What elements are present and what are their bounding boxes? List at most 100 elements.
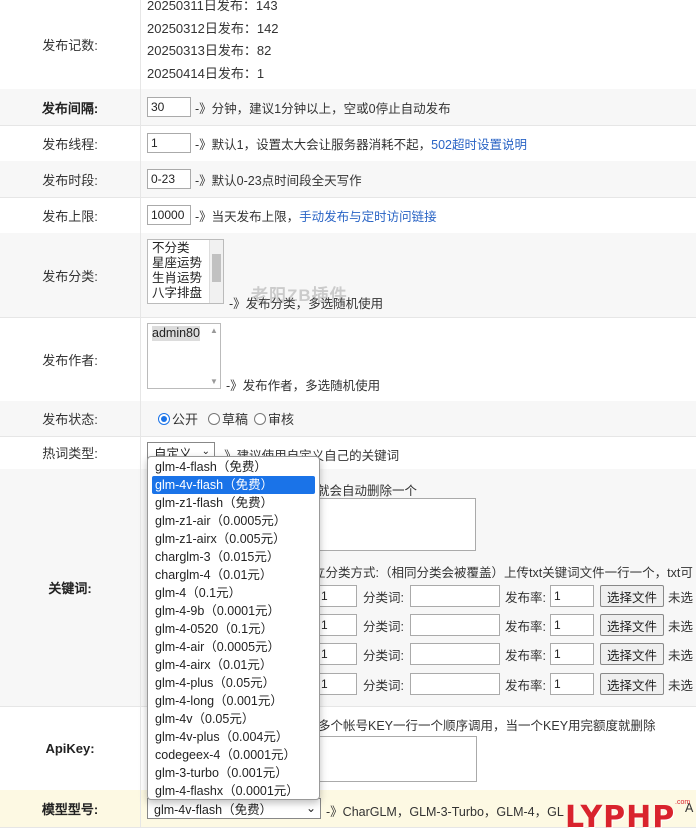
keywords-note: 就会自动删除一个 (317, 484, 418, 498)
rate-input[interactable] (549, 614, 594, 636)
chevron-down-icon: ⌄ (305, 801, 316, 815)
brand-logo: LYPHP .com (565, 799, 690, 835)
publish-count-label: 发布记数: (0, 0, 141, 89)
keyword-file-row: 分类词: 发布率: 选择文件 未选 (317, 614, 693, 636)
author-option[interactable]: admin80 (152, 326, 200, 341)
category-label: 发布分类: (0, 233, 141, 317)
manual-publish-link[interactable]: 手动发布与定时访问链接 (299, 206, 437, 225)
keyword-file-num-input[interactable] (317, 585, 357, 607)
rate-label: 发布率: (504, 619, 546, 634)
status-draft-radio[interactable] (208, 412, 221, 425)
interval-note: -》分钟，建议1分钟以上，空或0停止自动发布 (195, 101, 451, 116)
keywords-textarea[interactable] (317, 498, 476, 551)
interval-row: 发布间隔: -》分钟，建议1分钟以上，空或0停止自动发布 (0, 89, 696, 126)
status-public-label[interactable]: 公开 (172, 409, 198, 428)
keywords-label: 关键词: (0, 469, 141, 706)
model-option[interactable]: glm-z1-flash（免费） (148, 494, 319, 512)
rate-input[interactable] (549, 643, 594, 665)
model-label: 模型型号: (0, 790, 141, 827)
status-review-label[interactable]: 审核 (268, 409, 294, 428)
category-word-label: 分类词: (363, 678, 404, 693)
apikey-label: ApiKey: (0, 706, 141, 790)
limit-note: -》当天发布上限， (195, 209, 300, 224)
model-option[interactable]: glm-4-airx（0.01元） (148, 656, 319, 674)
threads-row: 发布线程: -》默认1，设置太大会让服务器消耗不起， 502超时设置说明 (0, 125, 696, 162)
threads-input[interactable] (147, 133, 191, 153)
category-word-input[interactable] (409, 643, 500, 665)
keyword-file-num-input[interactable] (317, 614, 357, 636)
interval-input[interactable] (147, 97, 191, 117)
file-status: 未选 (667, 590, 693, 605)
apikey-note: 多个帐号KEY一行一个顺序调用，当一个KEY用完额度就删除 (318, 719, 656, 733)
author-scrollbar[interactable]: ▲ ▼ (207, 324, 220, 388)
file-status: 未选 (667, 619, 693, 634)
model-note: -》CharGLM，GLM-3-Turbo，GLM-4，GL (326, 805, 564, 819)
model-option[interactable]: codegeex-4（0.0001元） (148, 746, 319, 764)
keyword-file-num-input[interactable] (317, 673, 357, 695)
publish-count-list: 20250311日发布：143 20250312日发布：142 20250313… (147, 0, 696, 89)
status-review-radio[interactable] (254, 412, 267, 425)
timeout-help-link[interactable]: 502超时设置说明 (431, 134, 527, 153)
keyword-file-num-input[interactable] (317, 643, 357, 665)
keyword-file-row: 分类词: 发布率: 选择文件 未选 (317, 643, 693, 665)
threads-note: -》默认1，设置太大会让服务器消耗不起， (195, 137, 432, 152)
model-option[interactable]: glm-4-9b（0.0001元） (148, 602, 319, 620)
model-option[interactable]: glm-4-plus（0.05元） (148, 674, 319, 692)
status-draft-label[interactable]: 草稿 (222, 409, 248, 428)
model-option[interactable]: glm-4-flash（免费） (148, 458, 319, 476)
rate-input[interactable] (549, 673, 594, 695)
category-word-input[interactable] (409, 585, 500, 607)
model-option[interactable]: glm-4（0.1元） (148, 584, 319, 602)
rate-input[interactable] (549, 585, 594, 607)
publish-count-row: 发布记数: 20250311日发布：143 20250312日发布：142 20… (0, 0, 696, 90)
choose-file-button[interactable]: 选择文件 (599, 643, 664, 665)
model-select[interactable]: glm-4v-flash（免费） ⌄ (147, 798, 321, 819)
brand-logo-sub: .com (675, 799, 691, 806)
model-option[interactable]: glm-4v-flash（免费） (152, 476, 315, 494)
rate-label: 发布率: (504, 590, 546, 605)
category-scrollbar[interactable] (209, 240, 223, 303)
choose-file-button[interactable]: 选择文件 (599, 673, 664, 695)
category-word-input[interactable] (409, 673, 500, 695)
file-status: 未选 (667, 678, 693, 693)
author-label: 发布作者: (0, 317, 141, 401)
publish-count-line: 20250311日发布：143 (147, 0, 278, 13)
keyword-file-row: 分类词: 发布率: 选择文件 未选 (317, 585, 693, 607)
model-option[interactable]: glm-3-turbo（0.001元） (148, 764, 319, 782)
category-row: 发布分类: 不分类 星座运势 生肖运势 八字排盘 -》发布分类，多选随机使用 老… (0, 233, 696, 318)
model-option[interactable]: glm-4-long（0.001元） (148, 692, 319, 710)
author-listbox[interactable]: admin80 ▲ ▼ (147, 323, 221, 389)
period-input[interactable] (147, 169, 191, 189)
publish-count-line: 20250313日发布：82 (147, 43, 272, 58)
publish-count-line: 20250414日发布：1 (147, 65, 265, 81)
keywords-row: 关键词: 就会自动删除一个 立分类方式:（相同分类会被覆盖）上传txt关键词文件… (0, 469, 696, 707)
status-label: 发布状态: (0, 401, 141, 436)
limit-input[interactable] (147, 205, 191, 225)
status-row: 发布状态: 公开 草稿 审核 (0, 401, 696, 437)
model-option[interactable]: glm-z1-airx（0.005元） (148, 530, 319, 548)
model-option[interactable]: glm-z1-air（0.0005元） (148, 512, 319, 530)
limit-row: 发布上限: -》当天发布上限， 手动发布与定时访问链接 (0, 197, 696, 234)
period-note: -》默认0-23点时间段全天写作 (195, 173, 362, 188)
model-option[interactable]: glm-4-0520（0.1元） (148, 620, 319, 638)
status-public-radio[interactable] (158, 412, 170, 425)
category-listbox[interactable]: 不分类 星座运势 生肖运势 八字排盘 (147, 239, 224, 304)
model-select-value: glm-4v-flash（免费） (154, 803, 273, 817)
choose-file-button[interactable]: 选择文件 (599, 585, 664, 607)
model-option[interactable]: glm-4v-plus（0.004元） (148, 728, 319, 746)
model-option[interactable]: charglm-4（0.01元） (148, 566, 319, 584)
model-dropdown-list[interactable]: glm-4-flash（免费） glm-4v-flash（免费） glm-z1-fl… (147, 456, 320, 800)
publish-count-line: 20250312日发布：142 (147, 20, 279, 36)
category-word-label: 分类词: (363, 619, 404, 634)
apikey-textarea[interactable] (317, 736, 477, 782)
period-row: 发布时段: -》默认0-23点时间段全天写作 (0, 161, 696, 198)
model-option[interactable]: charglm-3（0.015元） (148, 548, 319, 566)
model-option[interactable]: glm-4v（0.05元） (148, 710, 319, 728)
category-word-input[interactable] (409, 614, 500, 636)
threads-label: 发布线程: (0, 125, 141, 161)
choose-file-button[interactable]: 选择文件 (599, 614, 664, 636)
model-option[interactable]: glm-4-flashx（0.0001元） (148, 782, 319, 799)
model-option[interactable]: glm-4-air（0.0005元） (148, 638, 319, 656)
interval-label: 发布间隔: (0, 89, 141, 125)
author-row: 发布作者: admin80 ▲ ▼ -》发布作者，多选随机使用 (0, 317, 696, 402)
